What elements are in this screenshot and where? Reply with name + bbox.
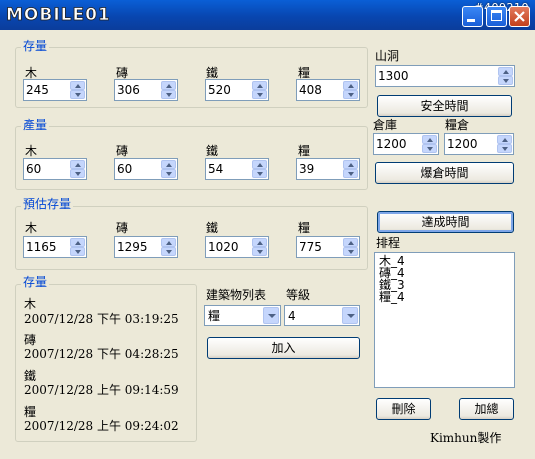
building-select[interactable]: 糧 bbox=[204, 305, 281, 326]
spin-up-icon[interactable] bbox=[252, 160, 267, 169]
estimate-label-iron: 鐵 bbox=[206, 221, 219, 235]
production-group-title: 產量 bbox=[21, 118, 50, 132]
spin-up-icon[interactable] bbox=[343, 81, 358, 90]
spin-up-icon[interactable] bbox=[252, 238, 267, 247]
stock-label-grain: 糧 bbox=[298, 66, 311, 80]
spin-up-icon[interactable] bbox=[161, 238, 176, 247]
stock-time-label-grain: 糧 bbox=[24, 405, 37, 419]
chevron-down-icon[interactable] bbox=[263, 307, 279, 324]
estimate-grain-spinner[interactable]: 775 bbox=[296, 236, 360, 258]
credit-text: Kimhun製作 bbox=[430, 431, 502, 445]
estimate-label-grain: 糧 bbox=[298, 221, 311, 235]
stock-brick-spinner[interactable]: 306 bbox=[114, 79, 178, 101]
estimate-brick-spinner[interactable]: 1295 bbox=[114, 236, 178, 258]
maximize-button[interactable] bbox=[486, 6, 507, 27]
stock-time-wood: 2007/12/28 下午 03:19:25 bbox=[24, 312, 179, 326]
spin-down-icon[interactable] bbox=[422, 144, 437, 153]
spin-up-icon[interactable] bbox=[70, 160, 85, 169]
spin-down-icon[interactable] bbox=[70, 169, 85, 178]
estimate-group-title: 預估存量 bbox=[21, 197, 74, 211]
stock-times-title: 存量 bbox=[21, 275, 50, 289]
production-wood-spinner[interactable]: 60 bbox=[23, 158, 87, 180]
stock-time-brick: 2007/12/28 下午 04:28:25 bbox=[24, 347, 179, 361]
spin-up-icon[interactable] bbox=[498, 67, 513, 76]
spin-down-icon[interactable] bbox=[252, 247, 267, 256]
spin-up-icon[interactable] bbox=[161, 81, 176, 90]
stock-time-iron: 2007/12/28 上午 09:14:59 bbox=[24, 383, 179, 397]
stock-group-title: 存量 bbox=[21, 39, 50, 53]
level-label: 等級 bbox=[286, 288, 311, 302]
schedule-listbox[interactable]: 木_4 磚_4 鐵_3 糧_4 bbox=[374, 252, 515, 388]
spin-up-icon[interactable] bbox=[161, 160, 176, 169]
mobile01-logo: MOBILE01 bbox=[6, 5, 111, 25]
spin-down-icon[interactable] bbox=[497, 144, 512, 153]
stock-label-iron: 鐵 bbox=[206, 66, 219, 80]
production-label-wood: 木 bbox=[25, 144, 38, 158]
close-icon bbox=[514, 11, 525, 22]
stock-label-wood: 木 bbox=[25, 66, 38, 80]
stock-iron-spinner[interactable]: 520 bbox=[205, 79, 269, 101]
estimate-iron-spinner[interactable]: 1020 bbox=[205, 236, 269, 258]
schedule-label: 排程 bbox=[376, 236, 401, 250]
spin-down-icon[interactable] bbox=[343, 247, 358, 256]
stock-time-grain: 2007/12/28 上午 09:24:02 bbox=[24, 419, 179, 433]
spin-up-icon[interactable] bbox=[343, 160, 358, 169]
total-button[interactable]: 加總 bbox=[459, 398, 514, 420]
estimate-label-wood: 木 bbox=[25, 221, 38, 235]
minimize-button[interactable] bbox=[462, 6, 483, 27]
spin-down-icon[interactable] bbox=[252, 169, 267, 178]
stock-wood-spinner[interactable]: 245 bbox=[23, 79, 87, 101]
list-item[interactable]: 糧_4 bbox=[379, 291, 405, 304]
overflow-time-button[interactable]: 爆倉時間 bbox=[375, 162, 514, 184]
stock-label-brick: 磚 bbox=[116, 66, 129, 80]
spin-down-icon[interactable] bbox=[343, 90, 358, 99]
production-grain-spinner[interactable]: 39 bbox=[296, 158, 360, 180]
granary-spinner[interactable]: 1200 bbox=[444, 133, 514, 155]
estimate-label-brick: 磚 bbox=[116, 221, 129, 235]
chevron-down-icon[interactable] bbox=[342, 307, 358, 324]
add-button[interactable]: 加入 bbox=[207, 337, 360, 359]
spin-down-icon[interactable] bbox=[161, 169, 176, 178]
spin-down-icon[interactable] bbox=[161, 247, 176, 256]
warehouse-label: 倉庫 bbox=[373, 118, 398, 132]
production-label-iron: 鐵 bbox=[206, 144, 219, 158]
production-brick-spinner[interactable]: 60 bbox=[114, 158, 178, 180]
spin-down-icon[interactable] bbox=[161, 90, 176, 99]
warehouse-spinner[interactable]: 1200 bbox=[373, 133, 439, 155]
cave-label: 山洞 bbox=[375, 49, 400, 63]
spin-up-icon[interactable] bbox=[422, 135, 437, 144]
stock-time-label-wood: 木 bbox=[24, 297, 37, 311]
minimize-icon bbox=[467, 19, 475, 22]
spin-up-icon[interactable] bbox=[252, 81, 267, 90]
delete-button[interactable]: 刪除 bbox=[376, 398, 431, 420]
safe-time-button[interactable]: 安全時間 bbox=[377, 95, 512, 117]
building-list-label: 建築物列表 bbox=[206, 288, 267, 302]
spin-up-icon[interactable] bbox=[70, 81, 85, 90]
spin-down-icon[interactable] bbox=[70, 247, 85, 256]
granary-label: 糧倉 bbox=[445, 118, 470, 132]
close-button[interactable] bbox=[509, 6, 530, 27]
production-label-brick: 磚 bbox=[116, 144, 129, 158]
logo-text: MOBILE01 bbox=[6, 5, 111, 25]
cave-spinner[interactable]: 1300 bbox=[375, 65, 515, 87]
spin-down-icon[interactable] bbox=[70, 90, 85, 99]
spin-down-icon[interactable] bbox=[343, 169, 358, 178]
production-label-grain: 糧 bbox=[298, 144, 311, 158]
spin-up-icon[interactable] bbox=[497, 135, 512, 144]
level-select[interactable]: 4 bbox=[284, 305, 360, 326]
spin-up-icon[interactable] bbox=[70, 238, 85, 247]
estimate-wood-spinner[interactable]: 1165 bbox=[23, 236, 87, 258]
reach-time-button[interactable]: 達成時間 bbox=[377, 211, 514, 233]
spin-down-icon[interactable] bbox=[252, 90, 267, 99]
stock-grain-spinner[interactable]: 408 bbox=[296, 79, 360, 101]
maximize-icon bbox=[491, 10, 502, 21]
stock-time-label-iron: 鐵 bbox=[24, 369, 37, 383]
stock-time-label-brick: 磚 bbox=[24, 333, 37, 347]
spin-down-icon[interactable] bbox=[498, 76, 513, 85]
spin-up-icon[interactable] bbox=[343, 238, 358, 247]
production-iron-spinner[interactable]: 54 bbox=[205, 158, 269, 180]
